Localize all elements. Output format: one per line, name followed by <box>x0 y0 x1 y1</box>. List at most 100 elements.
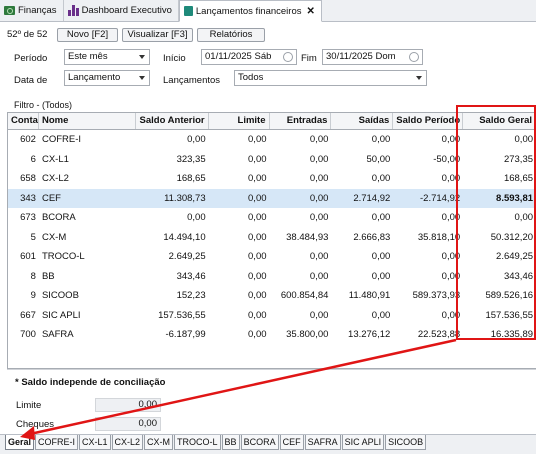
column-header[interactable]: Saldo Anterior <box>136 113 209 129</box>
table-cell: 600.854,84 <box>280 290 329 301</box>
table-cell: 602 <box>20 134 36 145</box>
tab-financas[interactable]: Finanças <box>0 0 64 21</box>
table-cell: 0,00 <box>309 192 329 204</box>
column-header[interactable]: Conta <box>8 113 39 129</box>
checks-label: Cheques <box>16 419 55 430</box>
table-cell: 0,00 <box>309 134 329 145</box>
checks-field[interactable]: 0,00 <box>95 417 161 431</box>
account-tab[interactable]: COFRE-I <box>35 435 79 450</box>
saldo-panel: * Saldo independe de conciliação Limite … <box>7 369 536 435</box>
money-icon <box>4 6 15 15</box>
close-icon[interactable]: ✕ <box>307 6 315 17</box>
entries-select[interactable]: Todos <box>234 70 427 86</box>
account-tab[interactable]: BCORA <box>240 435 279 450</box>
tab-lancamentos-financeiros[interactable]: Lançamentos financeiros ✕ <box>178 0 322 22</box>
calendar-icon[interactable] <box>283 52 293 62</box>
table-cell: -2.714,92 <box>420 192 461 204</box>
table-cell: 601 <box>20 251 36 262</box>
column-header[interactable]: Saídas <box>331 113 394 129</box>
table-cell: 0,00 <box>187 134 206 145</box>
table-cell: 2.649,25 <box>168 251 206 262</box>
account-tab[interactable]: CX-L1 <box>79 435 111 450</box>
top-tab-bar: Finanças Dashboard Executivo Lançamentos… <box>0 0 536 22</box>
table-cell: 589.373,93 <box>412 290 461 301</box>
account-tab[interactable]: SICOOB <box>385 435 427 450</box>
chevron-down-icon <box>139 76 145 80</box>
start-date-field[interactable]: 01/11/2025 Sáb <box>201 49 297 65</box>
tab-dashboard-executivo[interactable]: Dashboard Executivo <box>64 0 179 21</box>
table-cell: 9 <box>30 290 36 301</box>
highlight-box <box>456 105 536 340</box>
entries-label: Lançamentos <box>163 75 221 86</box>
table-cell: 0,00 <box>371 251 391 262</box>
table-cell: 0,00 <box>248 309 267 321</box>
table-cell: 11.480,91 <box>348 290 391 301</box>
table-cell: 0,00 <box>248 212 267 223</box>
table-cell: 168,65 <box>176 173 206 184</box>
table-cell: -6.187,99 <box>165 329 206 340</box>
chevron-down-icon <box>139 55 145 59</box>
table-cell: 0,00 <box>248 173 267 184</box>
table-cell: BB <box>41 270 55 282</box>
table-cell: 0,00 <box>441 173 461 184</box>
reports-button[interactable]: Relatórios <box>197 28 265 42</box>
table-cell: 0,00 <box>248 134 267 145</box>
end-date-value: 30/11/2025 Dom <box>326 51 396 62</box>
table-cell: CEF <box>41 192 61 204</box>
table-cell: 673 <box>20 212 36 223</box>
start-date-value: 01/11/2025 Sáb <box>205 51 272 62</box>
account-tab[interactable]: CX-M <box>144 435 174 450</box>
table-cell: 11.308,73 <box>164 192 206 204</box>
entries-value: Todos <box>238 72 264 83</box>
account-tab-bar: Geral COFRE-I CX-L1 CX-L2 CX-M TROCO-L BB BCORA… <box>0 434 536 454</box>
table-cell: 5 <box>30 231 36 243</box>
table-cell: 35.818,10 <box>417 231 461 243</box>
table-cell: 323,35 <box>176 153 206 165</box>
account-tab[interactable]: BB <box>221 435 240 450</box>
table-cell: 0,00 <box>309 153 329 165</box>
account-tab[interactable]: CEF <box>279 435 304 450</box>
new-button[interactable]: Novo [F2] <box>57 28 118 42</box>
table-cell: CX-L2 <box>41 173 69 184</box>
table-cell: SICOOB <box>41 290 79 301</box>
table-cell: 22.523,88 <box>417 329 461 340</box>
chevron-down-icon <box>416 76 422 80</box>
table-cell: 0,00 <box>441 251 461 262</box>
table-cell: 0,00 <box>248 153 267 165</box>
period-value: Este mês <box>68 51 108 62</box>
view-button[interactable]: Visualizar [F3] <box>122 28 193 42</box>
account-tab[interactable]: Geral <box>5 435 35 450</box>
account-tab[interactable]: CX-L2 <box>111 435 144 450</box>
table-cell: 0,00 <box>309 270 329 282</box>
table-cell: 157.536,55 <box>158 309 206 321</box>
account-tab[interactable]: SAFRA <box>304 435 341 450</box>
table-cell: 0,00 <box>248 270 267 282</box>
column-header[interactable]: Entradas <box>270 113 332 129</box>
table-cell: 343,46 <box>176 270 206 282</box>
table-cell: 0,00 <box>248 231 267 243</box>
calendar-icon[interactable] <box>409 52 419 62</box>
period-select[interactable]: Este mês <box>64 49 150 65</box>
table-cell: CX-M <box>41 231 67 243</box>
column-header[interactable]: Saldo Período <box>393 113 464 129</box>
end-date-field[interactable]: 30/11/2025 Dom <box>322 49 423 65</box>
record-counter: 52º de 52 <box>7 29 48 40</box>
table-cell: CX-L1 <box>41 153 69 165</box>
table-cell: 0,00 <box>371 270 391 282</box>
limit-field[interactable]: 0,00 <box>95 398 161 412</box>
table-cell: 2.666,83 <box>353 231 391 243</box>
date-type-select[interactable]: Lançamento <box>64 70 150 86</box>
table-cell: 667 <box>20 309 36 321</box>
column-header[interactable]: Nome <box>39 113 136 129</box>
column-header[interactable]: Limite <box>209 113 270 129</box>
period-label: Período <box>14 53 48 64</box>
account-tab[interactable]: TROCO-L <box>174 435 221 450</box>
table-cell: 0,00 <box>309 212 329 223</box>
account-tab[interactable]: SIC APLI <box>341 435 385 450</box>
table-cell: 152,23 <box>176 290 206 301</box>
end-label: Fim <box>301 53 317 64</box>
saldo-note: * Saldo independe de conciliação <box>15 377 166 388</box>
table-cell: 8 <box>30 270 36 282</box>
table-cell: -50,00 <box>433 153 461 165</box>
table-cell: 0,00 <box>248 251 267 262</box>
